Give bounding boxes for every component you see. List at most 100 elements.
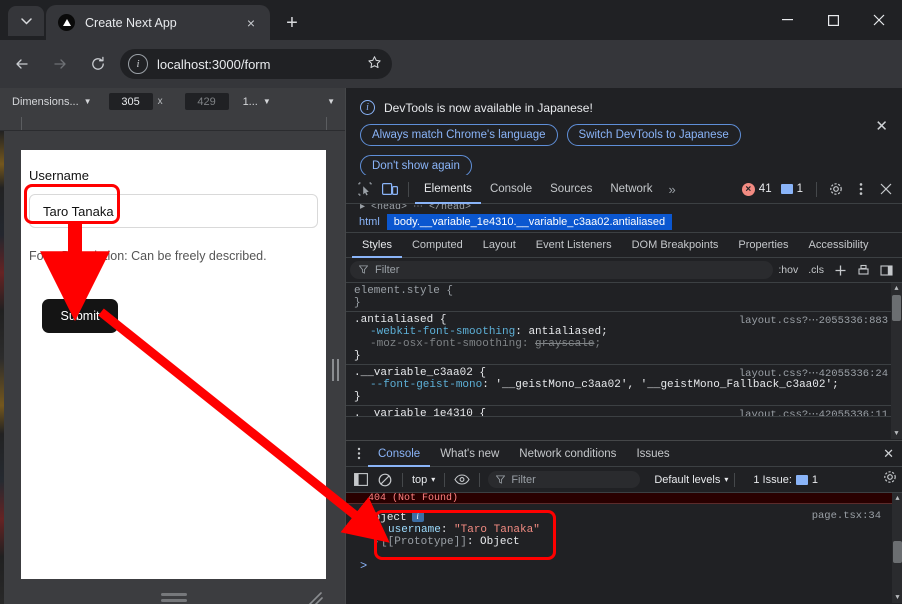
scroll-up-icon[interactable]: ▲	[892, 493, 902, 504]
console-settings-icon[interactable]	[883, 470, 897, 489]
device-height-input[interactable]: 429	[184, 93, 229, 110]
live-expression-icon[interactable]	[451, 469, 473, 491]
css-rule-variable-1e4310[interactable]: layout.css?⋯42055336:11 .__variable_1e43…	[346, 406, 902, 417]
close-window-button[interactable]	[856, 0, 902, 40]
console-issues-badge[interactable]: 1 Issue: 1	[753, 474, 818, 486]
site-info-icon[interactable]: i	[128, 54, 148, 74]
breadcrumb-html[interactable]: html	[352, 214, 387, 230]
console-filter-input[interactable]: Filter	[488, 471, 641, 488]
css-source-link[interactable]: layout.css?⋯2055336:883	[739, 314, 888, 327]
css-rule-antialiased[interactable]: layout.css?⋯2055336:883 .antialiased { -…	[346, 312, 902, 365]
css-rule-element-style[interactable]: element.style { }	[346, 283, 902, 312]
drawer-tab-whats-new[interactable]: What's new	[430, 441, 509, 467]
more-tabs-icon[interactable]: »	[662, 182, 683, 197]
device-resize-handle-bottom[interactable]	[21, 585, 326, 604]
maximize-button[interactable]	[810, 0, 856, 40]
device-toggle-icon[interactable]	[377, 177, 402, 201]
plus-icon[interactable]	[829, 264, 852, 277]
reload-button[interactable]	[82, 48, 114, 80]
kebab-menu-icon[interactable]	[848, 177, 873, 201]
device-more-options[interactable]: ▼	[327, 97, 335, 106]
clear-console-icon[interactable]	[374, 469, 396, 491]
console-error-row[interactable]: 404 (Not Found)	[346, 493, 892, 504]
subtab-styles[interactable]: Styles	[352, 233, 402, 258]
inspect-cursor-icon[interactable]	[352, 177, 377, 201]
subtab-accessibility[interactable]: Accessibility	[799, 233, 879, 258]
css-rule-variable-c3aa02[interactable]: layout.css?⋯42055336:24 .__variable_c3aa…	[346, 365, 902, 406]
subtab-dom-breakpoints[interactable]: DOM Breakpoints	[622, 233, 729, 258]
css-source-link[interactable]: layout.css?⋯42055336:24	[739, 367, 888, 380]
css-value[interactable]: antialiased	[528, 326, 601, 338]
minimize-icon	[781, 19, 793, 21]
tab-close-button[interactable]: ×	[240, 12, 262, 34]
breadcrumb-body[interactable]: body.__variable_1e4310.__variable_c3aa02…	[386, 213, 673, 230]
css-property[interactable]: -webkit-font-smoothing	[354, 326, 515, 338]
close-devtools-icon[interactable]	[873, 177, 898, 201]
reload-icon	[92, 56, 104, 70]
switch-devtools-japanese-button[interactable]: Switch DevTools to Japanese	[566, 124, 741, 146]
forward-arrow-icon	[54, 59, 66, 69]
error-count-badge[interactable]: × 41	[741, 182, 772, 196]
css-panel-scrollbar[interactable]: ▲ ▼	[891, 283, 902, 439]
browser-tab[interactable]: Create Next App ×	[46, 5, 270, 40]
username-label: Username	[29, 168, 89, 183]
toggle-sidebar-icon[interactable]	[875, 264, 898, 277]
scroll-down-icon[interactable]: ▼	[891, 428, 902, 439]
print-style-icon[interactable]	[852, 264, 875, 277]
gear-icon[interactable]	[823, 177, 848, 201]
forward-button[interactable]	[44, 48, 76, 80]
drawer-tab-issues[interactable]: Issues	[626, 441, 679, 467]
submit-button[interactable]: Submit	[42, 299, 118, 333]
dimension-separator: x	[157, 96, 163, 107]
scroll-up-icon[interactable]: ▲	[891, 283, 902, 294]
css-property[interactable]: --font-geist-mono	[354, 379, 482, 391]
device-width-input[interactable]: 305	[108, 93, 153, 110]
warning-count-badge[interactable]: 1	[780, 183, 803, 195]
subtab-event-listeners[interactable]: Event Listeners	[526, 233, 622, 258]
css-property-disabled[interactable]: -moz-osx-font-smoothing	[354, 338, 522, 350]
kebab-menu-icon[interactable]	[350, 447, 368, 461]
console-context-selector[interactable]: top ▾	[409, 474, 438, 486]
scrollbar-thumb[interactable]	[893, 541, 902, 563]
drawer-tab-console[interactable]: Console	[368, 441, 430, 467]
css-value-disabled[interactable]: grayscale	[535, 338, 594, 350]
minimize-button[interactable]	[764, 0, 810, 40]
drawer-close-button[interactable]: ✕	[883, 446, 894, 462]
css-source-link[interactable]: layout.css?⋯42055336:11	[739, 408, 888, 416]
console-log-levels-selector[interactable]: Default levels ▾	[654, 474, 728, 486]
tab-search-button[interactable]	[8, 6, 44, 36]
always-match-language-button[interactable]: Always match Chrome's language	[360, 124, 558, 146]
device-resize-corner[interactable]	[304, 589, 324, 604]
panel-resize-handle[interactable]	[330, 358, 340, 382]
css-value[interactable]: '__geistMono_c3aa02', '__geistMono_Fallb…	[495, 379, 832, 391]
back-button[interactable]	[6, 48, 38, 80]
tab-sources[interactable]: Sources	[541, 175, 601, 204]
console-sidebar-icon[interactable]	[350, 469, 372, 491]
hov-toggle[interactable]: :hov	[773, 264, 803, 276]
drawer-tab-network-conditions[interactable]: Network conditions	[509, 441, 626, 467]
subtab-properties[interactable]: Properties	[728, 233, 798, 258]
tab-elements[interactable]: Elements	[415, 175, 481, 204]
address-bar[interactable]: i localhost:3000/form	[120, 49, 392, 79]
expand-toggle-icon[interactable]: ▾	[360, 514, 364, 523]
device-preset-label[interactable]: Dimensions...	[12, 96, 79, 108]
tab-console[interactable]: Console	[481, 175, 541, 204]
console-source-link[interactable]: page.tsx:34	[812, 510, 881, 522]
console-prompt[interactable]: >	[360, 559, 367, 573]
subtab-layout[interactable]: Layout	[473, 233, 526, 258]
new-tab-button[interactable]: +	[278, 10, 306, 36]
scroll-down-icon[interactable]: ▼	[892, 592, 902, 603]
console-scrollbar[interactable]: ▲ ▼	[892, 493, 902, 603]
viewport-ruler	[0, 115, 345, 131]
device-zoom-control[interactable]: 1... ▼	[243, 96, 271, 108]
bookmark-star-icon[interactable]	[367, 55, 382, 73]
banner-close-button[interactable]: ✕	[875, 117, 888, 135]
issues-count: 1	[811, 473, 819, 486]
tab-network[interactable]: Network	[601, 175, 661, 204]
cls-toggle[interactable]: .cls	[803, 264, 829, 276]
subtab-computed[interactable]: Computed	[402, 233, 473, 258]
styles-filter-input[interactable]: Filter	[350, 261, 774, 279]
scrollbar-thumb[interactable]	[892, 295, 901, 321]
device-preset-caret[interactable]: ▼	[84, 97, 92, 106]
chevron-down-icon: ▾	[724, 475, 729, 484]
